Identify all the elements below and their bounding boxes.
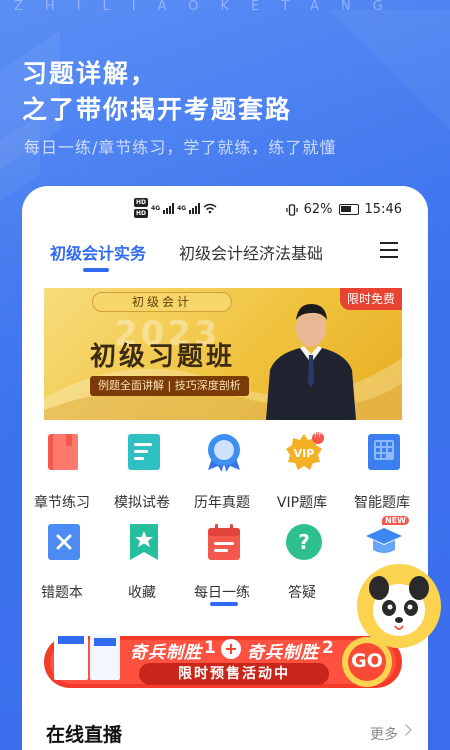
promo-product-1: 奇兵制胜 [130, 643, 202, 663]
signal-icon [163, 202, 175, 214]
course-banner[interactable]: 初级会计 2023 初级习题班 例题全面讲解 | 技巧深度剖析 限时免费 [44, 288, 402, 420]
grid-label-smart-bank: 智能题库 [354, 495, 410, 511]
grid-label-wrong-answers: 错题本 [41, 585, 83, 601]
hero-headline-1: 习题详解， [22, 59, 158, 88]
live-section-header: 在线直播 更多 [22, 706, 428, 750]
grid-item-q-and-a[interactable]: ? 答疑 [262, 522, 342, 602]
network-type-2: 4G [177, 204, 187, 212]
vip-badge-text: 押 [314, 429, 322, 438]
tab-accounting-practice[interactable]: 初级会计实务 [50, 240, 146, 264]
status-bar-right: 62% 15:46 [286, 202, 402, 217]
live-section-title: 在线直播 [46, 724, 123, 746]
active-grid-indicator [210, 602, 238, 606]
promo-banner[interactable]: 奇兵制胜 1 + 奇兵制胜 2 限时预售活动中 GO [44, 632, 402, 692]
promo-number-1: 1 [204, 638, 216, 658]
grid-item-smart-bank[interactable]: 智能题库 [342, 432, 422, 512]
grid-label-mock-exam: 模拟试卷 [114, 495, 170, 511]
promo-subtitle: 限时预售活动中 [139, 663, 329, 685]
question-icon: ? [286, 524, 322, 560]
banner-title: 初级习题班 [90, 342, 236, 372]
mascot-float-button[interactable] [355, 562, 443, 650]
menu-icon[interactable] [380, 242, 398, 263]
star-bookmark-icon [130, 524, 158, 560]
chevron-right-icon[interactable] [400, 724, 412, 736]
grid-label-past-exams: 历年真题 [194, 495, 250, 511]
hd-badge-2: HD [134, 209, 149, 218]
grid-item-daily-practice[interactable]: 每日一练 [182, 522, 262, 606]
plus-icon: + [221, 639, 241, 659]
live-more-link[interactable]: 更多 [370, 724, 398, 744]
grid-item-mock-exam[interactable]: 模拟试卷 [102, 432, 182, 512]
svg-text:VIP: VIP [294, 447, 315, 460]
grid-item-vip-bank[interactable]: VIP VIP题库 押 [262, 429, 342, 512]
status-bar-left: HD HD 4G 4G [134, 198, 217, 218]
notebook-x-icon [48, 524, 80, 560]
promo-go-button[interactable]: GO [348, 650, 386, 672]
banner-features: 例题全面讲解 | 技巧深度剖析 [90, 376, 249, 396]
smart-grid-icon [368, 434, 400, 470]
grid-label-q-and-a: 答疑 [288, 585, 316, 601]
grid-item-past-exams[interactable]: 历年真题 [182, 432, 262, 512]
grid-label-favorites: 收藏 [128, 585, 156, 601]
grid-item-favorites[interactable]: 收藏 [102, 522, 182, 602]
grid-label-daily-practice: 每日一练 [194, 585, 250, 601]
signal-icon-2 [189, 202, 201, 214]
grid-item-chapter-practice[interactable]: 章节练习 [22, 432, 102, 512]
hero-headline-2: 之了带你揭开考题套路 [22, 95, 293, 124]
battery-percent: 62% [303, 202, 333, 217]
status-bar: HD HD 4G 4G 62% 15:46 [22, 186, 428, 232]
network-type: 4G [151, 204, 161, 212]
active-tab-indicator [83, 268, 109, 272]
svg-text:?: ? [298, 530, 310, 554]
medal-icon [208, 434, 240, 472]
sim-badges: HD HD [134, 198, 149, 218]
hd-badge-1: HD [134, 198, 149, 207]
clock: 15:46 [364, 202, 402, 217]
exam-paper-icon [128, 434, 160, 470]
vibrate-icon [286, 203, 298, 216]
new-badge: NEW [382, 516, 409, 525]
promo-number-2: 2 [322, 638, 334, 658]
promo-product-2: 奇兵制胜 [247, 643, 319, 663]
free-badge: 限时免费 [340, 288, 402, 310]
grid-item-wrong-answers[interactable]: 错题本 [22, 522, 102, 602]
subject-tabs: 初级会计实务 初级会计经济法基础 [22, 232, 428, 276]
grid-label-chapter-practice: 章节练习 [34, 495, 90, 511]
grid-label-vip-bank: VIP题库 [276, 495, 328, 511]
hero-subtitle: 每日一练/章节练习，学了就练，练了就懂 [24, 138, 337, 157]
book-icon [48, 434, 78, 470]
battery-icon [338, 204, 359, 215]
banner-tag: 初级会计 [92, 292, 232, 312]
tab-economic-law[interactable]: 初级会计经济法基础 [179, 240, 323, 264]
phone-frame: HD HD 4G 4G 62% 15:46 初级会计实务 初级会计经济法基础 初… [22, 186, 428, 750]
graduation-cap-icon [366, 528, 402, 553]
calendar-icon [208, 524, 240, 560]
wifi-icon [203, 203, 217, 213]
